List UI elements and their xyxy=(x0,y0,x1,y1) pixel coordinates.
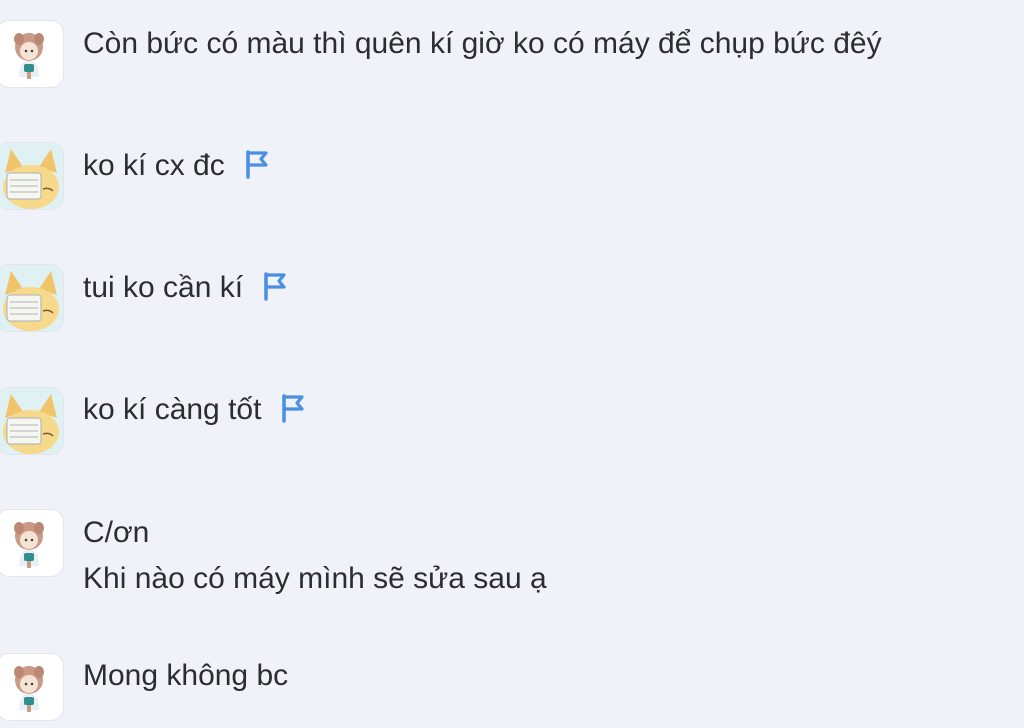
comment-text: ko kí càng tốt xyxy=(83,387,307,433)
comment-text: ko kí cx đc xyxy=(83,143,271,189)
report-flag-icon[interactable] xyxy=(261,271,289,301)
comment-line: ko kí càng tốt xyxy=(83,393,262,426)
comment-line: Mong không bc xyxy=(83,659,289,692)
report-flag-icon[interactable] xyxy=(279,393,307,423)
fox-mask-avatar-icon[interactable] xyxy=(0,264,64,332)
girl-avatar-icon[interactable] xyxy=(0,653,64,721)
comment-line: Còn bức có màu thì quên kí giờ ko có máy… xyxy=(83,27,882,60)
fox-mask-avatar-icon[interactable] xyxy=(0,142,64,210)
comment-text: tui ko cần kí xyxy=(83,265,289,311)
comment-text: Còn bức có màu thì quên kí giờ ko có máy… xyxy=(83,21,882,67)
report-flag-icon[interactable] xyxy=(243,149,271,179)
comment-line: ko kí cx đc xyxy=(83,149,225,182)
comment-line: tui ko cần kí xyxy=(83,271,244,304)
fox-mask-avatar-icon[interactable] xyxy=(0,387,64,455)
comment-line: Khi nào có máy mình sẽ sửa sau ạ xyxy=(83,562,547,595)
comment-line: C/ơn xyxy=(83,516,150,549)
girl-avatar-icon[interactable] xyxy=(0,509,64,577)
comment-text: C/ơn Khi nào có máy mình sẽ sửa sau ạ xyxy=(83,510,547,602)
comment-text: Mong không bc xyxy=(83,653,288,699)
girl-avatar-icon[interactable] xyxy=(0,20,64,88)
